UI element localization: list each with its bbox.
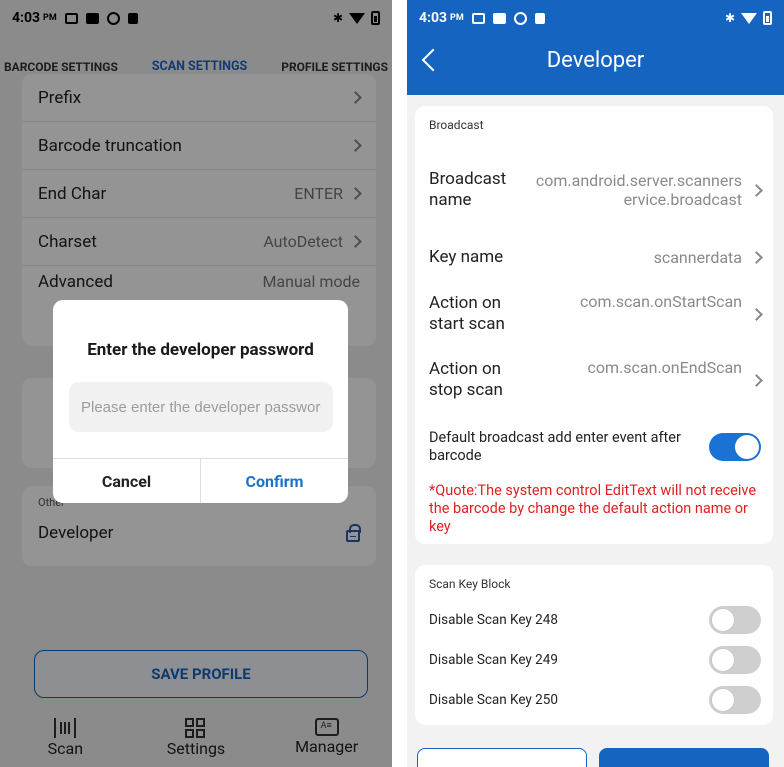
- key-label: Disable Scan Key 250: [429, 692, 558, 708]
- notification-icon: [471, 12, 485, 24]
- scan-settings-screen: 4:03 PM ✱ BARCODE SETTINGS SCAN SETTINGS…: [0, 0, 392, 767]
- barcode-status-icon: [492, 12, 506, 24]
- row-value: com.android.server.scannerservice.broadc…: [535, 171, 742, 209]
- secondary-action-button[interactable]: [417, 748, 587, 767]
- scan-key-250-row: Disable Scan Key 250: [429, 685, 761, 715]
- primary-action-button[interactable]: [599, 748, 769, 767]
- title-bar: Developer: [407, 36, 784, 95]
- row-value: scannerdata: [653, 247, 742, 267]
- app-header: 4:03 PM ✱ Developer: [407, 0, 784, 95]
- cancel-button[interactable]: Cancel: [53, 459, 201, 503]
- dialog-title: Enter the developer password: [87, 340, 314, 360]
- status-ampm: PM: [450, 13, 464, 23]
- row-value: com.scan.onEndScan: [587, 358, 742, 377]
- broadcast-card: Broadcast Broadcast name com.android.ser…: [415, 106, 773, 544]
- scan-key-block-card: Scan Key Block Disable Scan Key 248 Disa…: [415, 565, 773, 725]
- scan-key-250-toggle[interactable]: [709, 686, 761, 714]
- developer-screen: 4:03 PM ✱ Developer Broadcast Broadcast …: [407, 0, 784, 767]
- bluetooth-icon: ✱: [724, 11, 735, 25]
- chevron-right-icon: [750, 373, 763, 387]
- page-title: Developer: [546, 48, 645, 73]
- default-enter-label: Default broadcast add enter event after …: [429, 429, 681, 464]
- status-time: 4:03: [419, 10, 448, 26]
- warning-text: *Quote:The system control EditText will …: [429, 482, 757, 535]
- broadcast-name-row[interactable]: Broadcast name com.android.server.scanne…: [415, 158, 773, 222]
- scan-key-248-toggle[interactable]: [709, 606, 761, 634]
- bottom-actions: [417, 748, 777, 767]
- key-label: Disable Scan Key 248: [429, 612, 558, 628]
- status-bar: 4:03 PM ✱: [407, 0, 784, 36]
- toggle-knob: [711, 648, 735, 672]
- scan-key-249-row: Disable Scan Key 249: [429, 645, 761, 675]
- row-value: com.scan.onStartScan: [580, 292, 742, 311]
- battery-icon: [763, 11, 772, 25]
- chevron-right-icon: [750, 307, 763, 321]
- toggle-knob: [735, 435, 759, 459]
- confirm-button[interactable]: Confirm: [201, 459, 348, 503]
- toggle-knob: [711, 688, 735, 712]
- developer-password-dialog: Enter the developer password Cancel Conf…: [53, 300, 348, 503]
- key-name-row[interactable]: Key name scannerdata: [415, 242, 773, 272]
- scan-key-249-toggle[interactable]: [709, 646, 761, 674]
- default-enter-toggle[interactable]: [709, 433, 761, 461]
- scan-key-248-row: Disable Scan Key 248: [429, 605, 761, 635]
- row-key: Key name: [429, 246, 504, 267]
- sd-card-icon: [534, 12, 545, 24]
- section-broadcast: Broadcast: [429, 118, 484, 132]
- wifi-icon: [741, 12, 757, 24]
- row-key: Action on stop scan: [429, 359, 503, 400]
- toggle-knob: [711, 608, 735, 632]
- default-enter-row: Default broadcast add enter event after …: [429, 428, 761, 466]
- stop-scan-row[interactable]: Action on stop scan com.scan.onEndScan: [415, 358, 773, 402]
- dialog-actions: Cancel Confirm: [53, 459, 348, 503]
- chevron-right-icon: [750, 250, 763, 264]
- screens: 4:03 PM ✱ BARCODE SETTINGS SCAN SETTINGS…: [0, 0, 784, 767]
- start-scan-row[interactable]: Action on start scan com.scan.onStartSca…: [415, 292, 773, 336]
- sync-icon: [513, 11, 527, 25]
- section-scan-key-block: Scan Key Block: [429, 577, 511, 591]
- row-key: Action on start scan: [429, 293, 505, 334]
- row-key: Broadcast name: [429, 169, 507, 210]
- key-label: Disable Scan Key 249: [429, 652, 558, 668]
- developer-password-input[interactable]: [69, 382, 333, 432]
- chevron-right-icon: [750, 183, 763, 197]
